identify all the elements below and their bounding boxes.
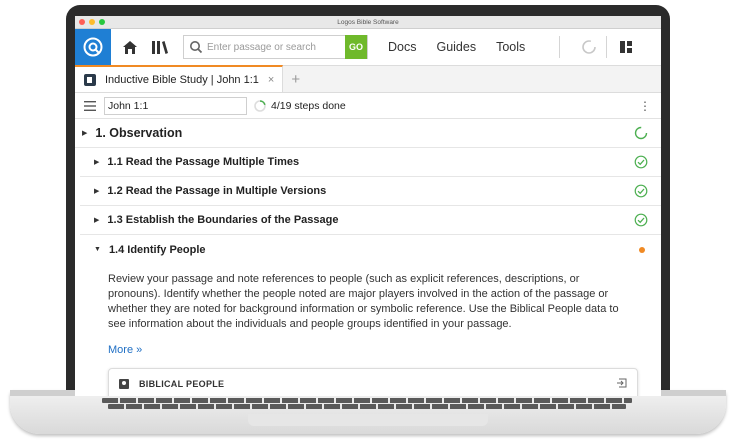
people-icon (119, 379, 129, 389)
section-row[interactable]: ▶ 1. Observation (75, 119, 661, 148)
menu-icon[interactable] (84, 100, 96, 111)
keyboard-row (102, 398, 632, 403)
window-titlebar: Logos Bible Software (75, 16, 661, 29)
tools-menu[interactable]: Tools (496, 40, 525, 54)
guide-icon (84, 73, 96, 86)
library-icon (152, 40, 168, 54)
step-detail: Review your passage and note references … (75, 272, 661, 356)
section-title: 1. Observation (95, 126, 183, 140)
open-panel-icon[interactable] (616, 377, 628, 389)
step-title: 1.1 Read the Passage Multiple Times (107, 156, 300, 168)
expand-arrow-icon[interactable]: ▶ (94, 187, 99, 195)
main-toolbar: Enter passage or search GO Docs Guides T… (75, 28, 661, 66)
close-tab-button[interactable]: × (268, 74, 274, 86)
expand-arrow-icon[interactable]: ▶ (82, 129, 87, 137)
laptop-base (10, 390, 726, 434)
go-button[interactable]: GO (345, 35, 367, 59)
section-row[interactable]: ▶ 1.3 Establish the Boundaries of the Pa… (80, 206, 661, 235)
document-toolbar: John 1:1 4/19 steps done ⋮ (75, 93, 661, 119)
toolbar-divider (559, 36, 561, 58)
more-options-icon[interactable]: ⋮ (639, 99, 651, 113)
app-window: Logos Bible Software Enter passage or se… (75, 16, 661, 396)
layouts-button[interactable] (611, 29, 641, 66)
biblical-people-panel: BIBLICAL PEOPLE (108, 368, 638, 396)
panel-title: BIBLICAL PEOPLE (139, 379, 225, 389)
sync-button[interactable] (574, 29, 604, 66)
trackpad (248, 414, 488, 426)
section-row[interactable]: ▶ 1.2 Read the Passage in Multiple Versi… (80, 177, 661, 206)
library-button[interactable] (145, 29, 175, 66)
tab-inductive-bible-study[interactable]: Inductive Bible Study | John 1:1 × (75, 65, 284, 92)
guides-menu[interactable]: Guides (436, 40, 476, 54)
passage-search-box[interactable]: Enter passage or search GO (183, 35, 368, 59)
collapse-arrow-icon[interactable]: ▼ (94, 246, 101, 253)
docs-menu[interactable]: Docs (388, 40, 416, 54)
toolbar-divider (606, 36, 608, 58)
reference-input[interactable]: John 1:1 (104, 96, 247, 115)
checkmark-circle-icon (634, 155, 648, 169)
progress-ring-icon (254, 99, 266, 112)
section-row-expanded[interactable]: ▼ 1.4 Identify People (80, 235, 661, 264)
search-icon (190, 41, 203, 54)
expand-arrow-icon[interactable]: ▶ (94, 216, 99, 224)
search-input[interactable]: Enter passage or search (203, 42, 345, 53)
sync-icon (582, 40, 597, 54)
layouts-icon (620, 41, 633, 53)
expand-arrow-icon[interactable]: ▶ (94, 158, 99, 166)
step-title: 1.3 Establish the Boundaries of the Pass… (107, 214, 339, 226)
tab-strip: Inductive Bible Study | John 1:1 × + (75, 65, 661, 93)
step-description: Review your passage and note references … (108, 273, 619, 330)
more-link[interactable]: More » (75, 344, 661, 356)
checkmark-circle-icon (634, 184, 648, 198)
checkmark-circle-icon (634, 213, 648, 227)
home-icon (123, 40, 137, 54)
current-step-dot-icon (639, 246, 645, 253)
step-title: 1.4 Identify People (108, 243, 206, 256)
tab-label: Inductive Bible Study | John 1:1 (105, 73, 259, 86)
window-title: Logos Bible Software (337, 18, 399, 26)
logos-home-button[interactable] (75, 28, 111, 66)
in-progress-icon (634, 126, 648, 140)
keyboard-row (108, 404, 626, 409)
add-tab-button[interactable]: + (291, 71, 300, 88)
section-row[interactable]: ▶ 1.1 Read the Passage Multiple Times (80, 148, 661, 177)
steps-progress: 4/19 steps done (271, 99, 346, 112)
logos-logo-icon (83, 37, 103, 57)
step-title: 1.2 Read the Passage in Multiple Version… (107, 185, 327, 197)
home-button[interactable] (115, 29, 145, 66)
